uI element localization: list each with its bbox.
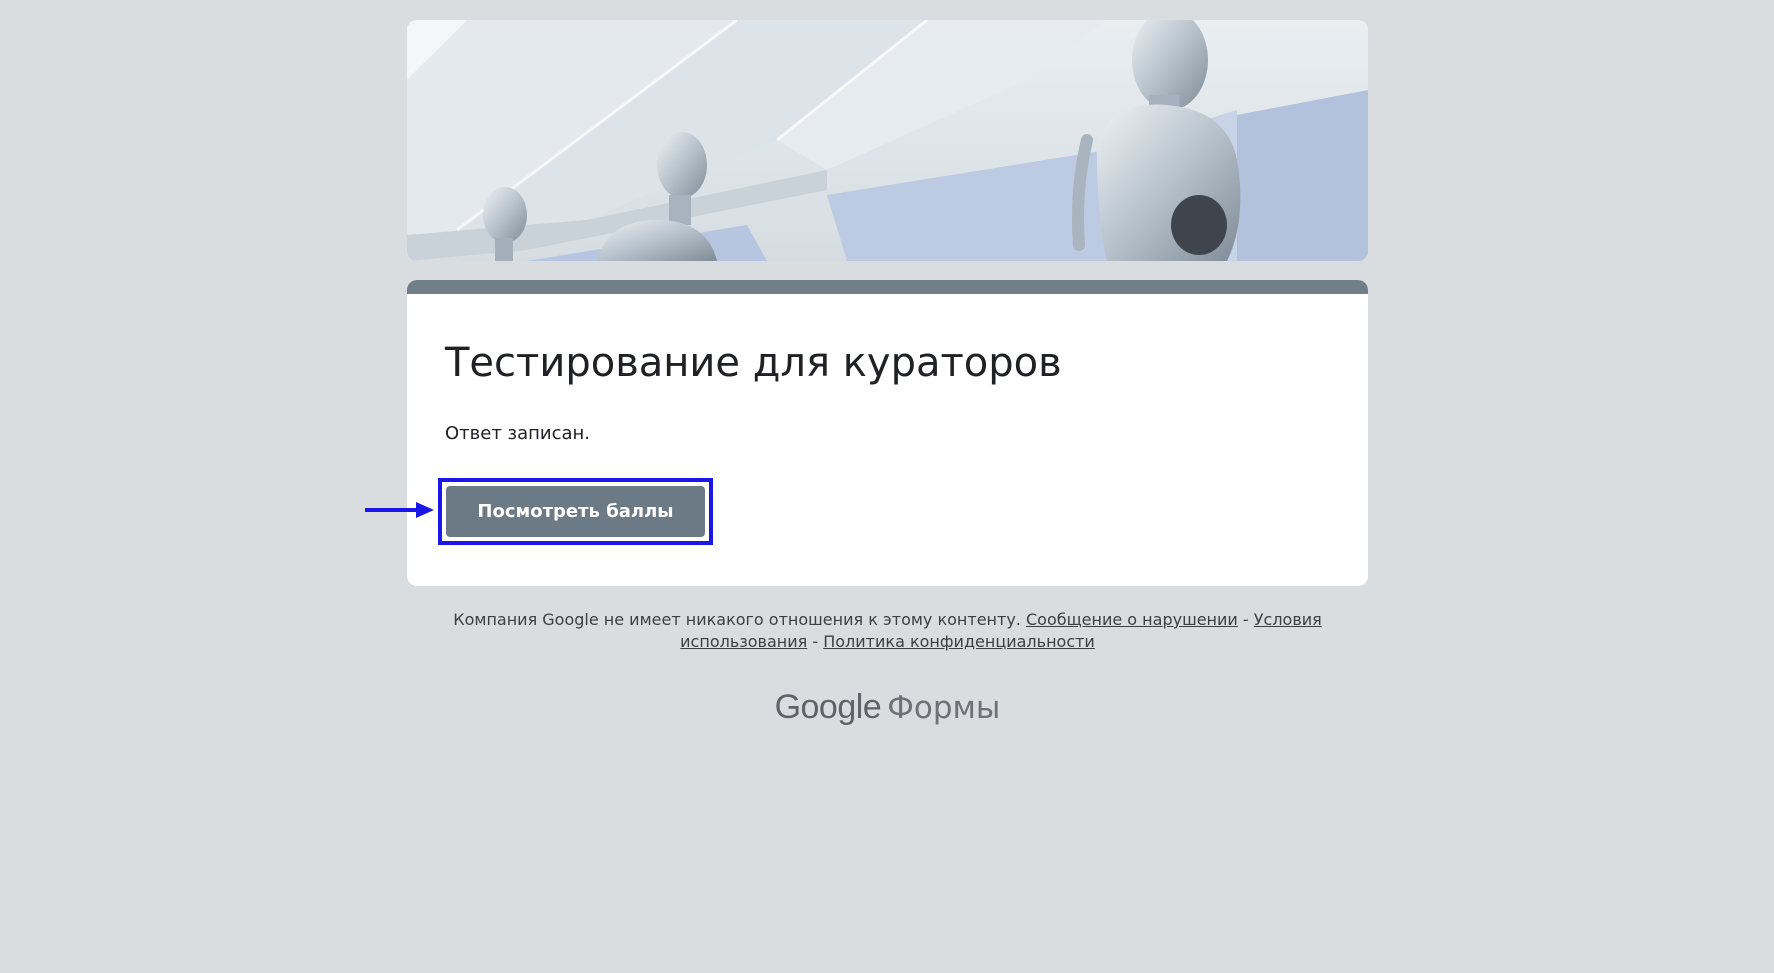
disclaimer-text: Компания Google не имеет никакого отноше… [453,610,1021,629]
confirmation-message: Ответ записан. [445,423,591,444]
view-score-button[interactable]: Посмотреть баллы [446,486,705,537]
privacy-link[interactable]: Политика конфиденциальности [823,632,1095,651]
google-wordmark: Google [774,688,882,726]
form-container: Тестирование для кураторов Ответ записан… [407,20,1368,586]
form-title: Тестирование для кураторов [445,340,1062,386]
header-banner-image [407,20,1368,261]
mannequins-illustration [407,20,1368,261]
report-abuse-link[interactable]: Сообщение о нарушении [1026,610,1238,629]
separator: - [1237,610,1254,629]
forms-wordmark: Формы [887,690,1001,726]
terms-link-part2[interactable]: использования [680,632,807,651]
card-accent-bar [407,280,1368,294]
button-highlight-frame: Посмотреть баллы [438,478,713,545]
separator: - [807,632,824,651]
footer-disclaimer: Компания Google не имеет никакого отноше… [407,609,1368,653]
arrow-right-icon [365,502,434,518]
terms-link-part1[interactable]: Условия [1254,610,1322,629]
confirmation-card: Тестирование для кураторов Ответ записан… [407,280,1368,586]
google-forms-logo[interactable]: Google Формы [407,688,1368,727]
